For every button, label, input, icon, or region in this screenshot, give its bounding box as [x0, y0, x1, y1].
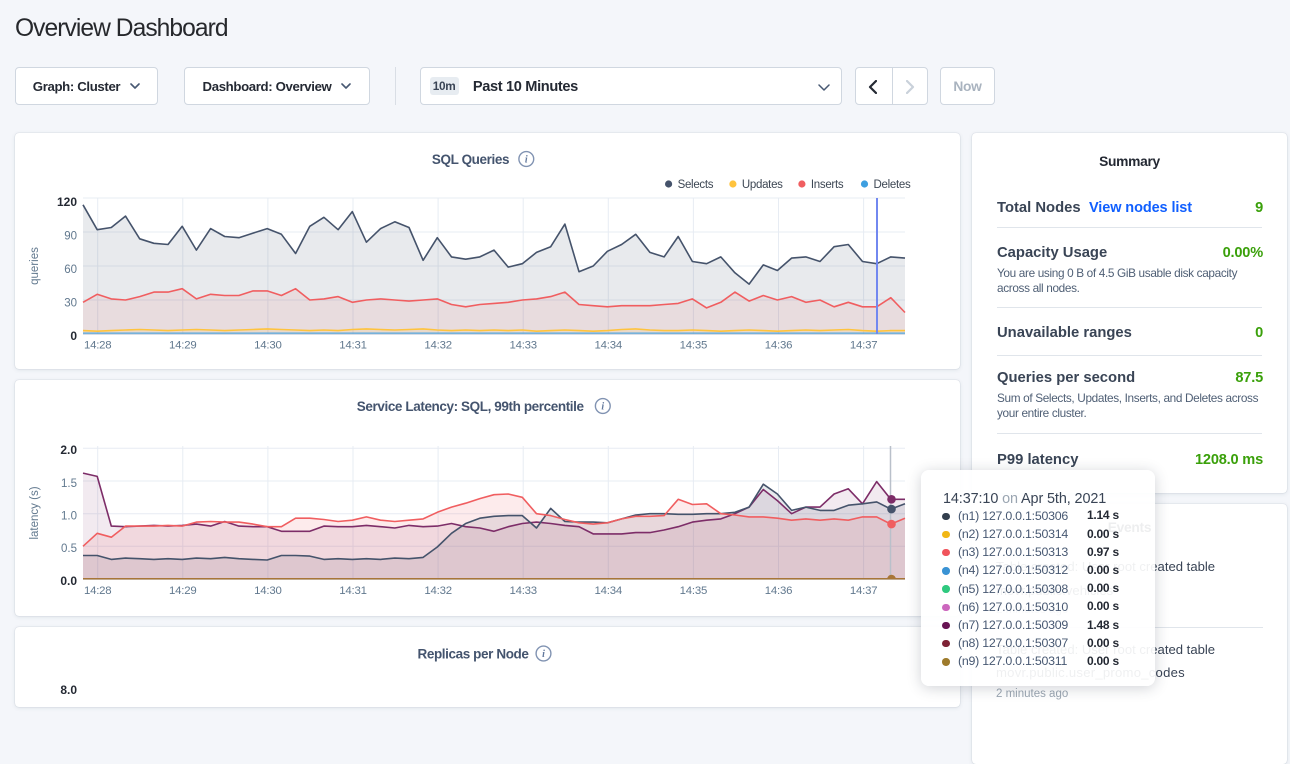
svg-text:14:36: 14:36 [765, 339, 793, 351]
svg-text:Inserts: Inserts [811, 179, 844, 191]
svg-text:Updates: Updates [742, 179, 783, 191]
svg-text:14:28: 14:28 [84, 585, 112, 597]
svg-text:14:30: 14:30 [254, 585, 282, 597]
svg-text:60: 60 [64, 264, 77, 276]
svg-text:14:28: 14:28 [84, 339, 112, 351]
svg-text:14:35: 14:35 [680, 585, 708, 597]
svg-text:0.5: 0.5 [61, 543, 77, 555]
svg-text:i: i [525, 154, 528, 165]
svg-text:14:30: 14:30 [254, 339, 282, 351]
svg-text:1.5: 1.5 [61, 478, 77, 490]
svg-text:latency (s): latency (s) [29, 486, 41, 539]
svg-text:Selects: Selects [678, 179, 714, 191]
svg-text:i: i [542, 649, 545, 660]
svg-text:120: 120 [57, 195, 77, 209]
svg-text:14:34: 14:34 [595, 585, 623, 597]
svg-text:14:33: 14:33 [509, 585, 537, 597]
svg-text:Service Latency: SQL, 99th per: Service Latency: SQL, 99th percentile [357, 399, 585, 414]
svg-text:14:36: 14:36 [765, 585, 793, 597]
svg-text:14:32: 14:32 [424, 339, 452, 351]
svg-text:14:35: 14:35 [680, 339, 708, 351]
svg-text:0.0: 0.0 [60, 574, 77, 588]
svg-text:14:31: 14:31 [339, 585, 367, 597]
svg-text:1.0: 1.0 [61, 511, 77, 523]
svg-text:14:31: 14:31 [339, 339, 367, 351]
svg-text:14:34: 14:34 [595, 339, 623, 351]
svg-text:14:33: 14:33 [509, 339, 537, 351]
svg-text:Deletes: Deletes [874, 179, 911, 191]
svg-text:30: 30 [64, 297, 77, 309]
svg-text:SQL Queries: SQL Queries [432, 152, 509, 167]
svg-text:queries: queries [29, 247, 41, 285]
svg-text:i: i [601, 401, 604, 412]
svg-text:14:37: 14:37 [850, 585, 878, 597]
svg-text:14:37: 14:37 [850, 339, 878, 351]
svg-text:90: 90 [64, 230, 77, 242]
svg-text:8.0: 8.0 [60, 683, 77, 697]
svg-text:14:29: 14:29 [169, 339, 197, 351]
svg-text:0: 0 [70, 329, 77, 343]
svg-text:Replicas per Node: Replicas per Node [418, 647, 530, 662]
svg-text:14:32: 14:32 [424, 585, 452, 597]
svg-text:14:29: 14:29 [169, 585, 197, 597]
svg-text:2.0: 2.0 [60, 443, 77, 457]
